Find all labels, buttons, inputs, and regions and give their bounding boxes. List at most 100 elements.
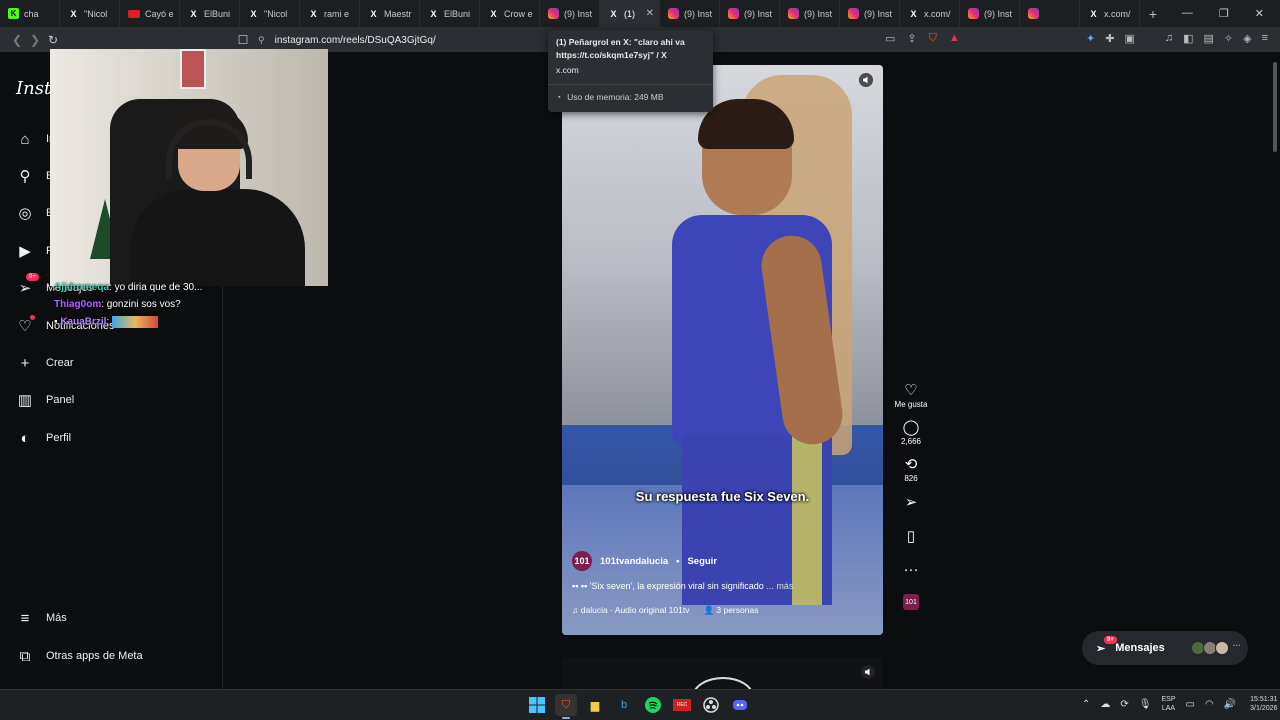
- browser-tab[interactable]: Kcha: [0, 0, 60, 27]
- bing-icon[interactable]: b: [613, 694, 635, 716]
- browser-tab[interactable]: (9) Inst: [720, 0, 780, 27]
- brave-rewards-icon[interactable]: ▲: [949, 32, 960, 45]
- browser-tab[interactable]: X Crow e: [480, 0, 540, 27]
- back-button[interactable]: ❮: [8, 33, 26, 47]
- messages-pill[interactable]: ➢ 9+ Mensajes ···: [1082, 631, 1248, 665]
- screenshot-icon[interactable]: ▣: [1124, 32, 1134, 45]
- browser-tab[interactable]: (9) Inst: [840, 0, 900, 27]
- tab-title: (9) Inst: [804, 8, 833, 19]
- brave-browser-icon[interactable]: ⛉: [555, 694, 577, 719]
- browser-tab[interactable]: [1020, 0, 1080, 27]
- sidebar-item-b[interactable]: ⚲B: [16, 167, 54, 185]
- audio-info[interactable]: ♫ dalucia · Audio original 101tv: [572, 605, 689, 616]
- browser-tab[interactable]: Cayó e: [120, 0, 180, 27]
- sync-icon[interactable]: ⟳: [1120, 699, 1128, 710]
- youtube-icon: [128, 9, 140, 18]
- forward-button[interactable]: ❯: [26, 33, 44, 47]
- browser-tab[interactable]: (9) Inst: [660, 0, 720, 27]
- system-tray: ⌃ ☁ ⟳ 🎙 ESP LAA ▭ ◠ 🔊 15:51:31 3/1/2026: [1082, 695, 1277, 713]
- save-button[interactable]: ▯: [907, 527, 915, 545]
- keyboard-layout: LAA: [1161, 705, 1176, 712]
- browser-tab[interactable]: X ElBuni: [180, 0, 240, 27]
- display-icon[interactable]: ▭: [1186, 699, 1195, 710]
- sidebar-toggle-icon[interactable]: ◧: [1183, 32, 1193, 45]
- sidebar-item-e[interactable]: ◎E: [16, 204, 53, 222]
- browser-tab[interactable]: (9) Inst: [780, 0, 840, 27]
- taskbar-clock[interactable]: 15:51:31 3/1/2026: [1250, 695, 1277, 713]
- chat-emote: [112, 316, 159, 328]
- next-volume-icon[interactable]: [861, 665, 875, 679]
- audio-thumbnail[interactable]: 101: [903, 594, 919, 610]
- media-icon[interactable]: ♫: [1165, 32, 1173, 45]
- sidebar-item-panel[interactable]: ▥ Panel: [16, 391, 74, 409]
- wifi-icon[interactable]: ◠: [1205, 699, 1214, 710]
- dashboard-icon: ▥: [17, 392, 33, 409]
- minimize-icon[interactable]: —: [1182, 7, 1193, 20]
- leo-icon[interactable]: ✧: [1224, 32, 1233, 45]
- browser-tab[interactable]: Xrami e: [300, 0, 360, 27]
- tab-hover-tooltip: (1) Peñargrol en X: "claro ahi va https:…: [548, 30, 713, 112]
- wallet-icon[interactable]: ▤: [1204, 32, 1214, 45]
- account-avatar[interactable]: 101: [572, 551, 592, 571]
- browser-tab[interactable]: (9) Inst: [960, 0, 1020, 27]
- next-reel-shape: [692, 677, 754, 689]
- like-button[interactable]: ♡ Me gusta: [895, 382, 928, 409]
- next-reel-video[interactable]: [562, 657, 883, 689]
- taskbar-apps: ⛉ ▆ b REC: [526, 694, 751, 719]
- x-icon: X: [70, 8, 77, 19]
- scrollbar-thumb[interactable]: [1273, 62, 1277, 152]
- spotify-icon[interactable]: [642, 694, 664, 716]
- sidebar-item-r[interactable]: ▶R: [16, 242, 54, 260]
- close-tab-icon[interactable]: ✕: [646, 8, 654, 19]
- obs-studio-icon[interactable]: [700, 694, 722, 716]
- browser-tab[interactable]: X Maestr: [360, 0, 420, 27]
- microphone-icon[interactable]: 🎙: [1139, 699, 1152, 710]
- browser-tab[interactable]: X "Nicol: [60, 0, 120, 27]
- share-icon[interactable]: ⇪: [907, 32, 916, 45]
- ai-assistant-icon[interactable]: ✦: [1086, 32, 1095, 45]
- reel-video[interactable]: Su respuesta fue Six Seven. 101 101tvand…: [562, 65, 883, 635]
- browser-tab[interactable]: X ElBuni: [420, 0, 480, 27]
- extensions-icon[interactable]: ✚: [1105, 32, 1114, 45]
- sidebar-item-perfil[interactable]: ◐ Perfil: [16, 429, 71, 447]
- reload-button[interactable]: ↻: [44, 33, 62, 47]
- share-button[interactable]: ➢: [905, 493, 918, 511]
- browser-tab[interactable]: Xx.com/: [1080, 0, 1140, 27]
- browser-tab[interactable]: X (1) ✕: [600, 0, 660, 27]
- site-info-icon[interactable]: ⚲: [258, 35, 265, 46]
- more-options-button[interactable]: ···: [904, 561, 919, 578]
- browser-menu-icon[interactable]: ≡: [1262, 32, 1268, 45]
- description-text: 'Six seven', la expresión viral sin sign…: [589, 581, 764, 591]
- sidebar-item-m-s[interactable]: ≡ Más: [16, 609, 67, 627]
- windows-start-icon[interactable]: [526, 694, 548, 716]
- follow-button[interactable]: Seguir: [687, 556, 717, 567]
- browser-tab[interactable]: X "Nicol: [240, 0, 300, 27]
- language-indicator[interactable]: ESP LAA: [1161, 695, 1175, 713]
- close-window-icon[interactable]: ✕: [1255, 7, 1264, 20]
- chevron-up-icon[interactable]: ⌃: [1082, 699, 1090, 710]
- file-explorer-icon[interactable]: ▆: [584, 694, 606, 716]
- browser-tab[interactable]: Xx.com/: [900, 0, 960, 27]
- repost-button[interactable]: ⟲ 826: [904, 456, 917, 483]
- sidebar-item-otras-apps-de-meta[interactable]: ⧉ Otras apps de Meta: [16, 647, 143, 665]
- onedrive-icon[interactable]: ☁: [1100, 699, 1110, 710]
- more-link[interactable]: ... más: [766, 581, 793, 591]
- obs-record-icon[interactable]: REC: [671, 694, 693, 716]
- sidebar-item-crear[interactable]: + Crear: [16, 354, 74, 372]
- more-avatars-icon: ···: [1232, 641, 1241, 650]
- discord-icon[interactable]: [729, 694, 751, 716]
- account-name[interactable]: 101tvandalucia: [600, 556, 668, 567]
- browser-tab[interactable]: (9) Inst: [540, 0, 600, 27]
- restore-icon[interactable]: ❐: [1219, 7, 1229, 20]
- brave-shields-icon[interactable]: ⛉: [929, 32, 937, 45]
- reader-mode-icon[interactable]: ▭: [885, 32, 895, 45]
- vpn-icon[interactable]: ◈: [1243, 32, 1251, 45]
- volume-icon[interactable]: [859, 73, 875, 89]
- bookmark-icon[interactable]: ☐: [234, 33, 252, 47]
- comment-button[interactable]: ◯ 2,666: [901, 419, 921, 446]
- reel-actions: ♡ Me gusta ◯ 2,666 ⟲ 826 ➢ ▯ ··· 101: [890, 382, 932, 610]
- volume-tray-icon[interactable]: 🔊: [1224, 699, 1236, 710]
- page-scrollbar[interactable]: [1270, 52, 1280, 689]
- new-tab-button[interactable]: +: [1140, 6, 1166, 22]
- tagged-people[interactable]: 👤 3 personas: [703, 605, 758, 616]
